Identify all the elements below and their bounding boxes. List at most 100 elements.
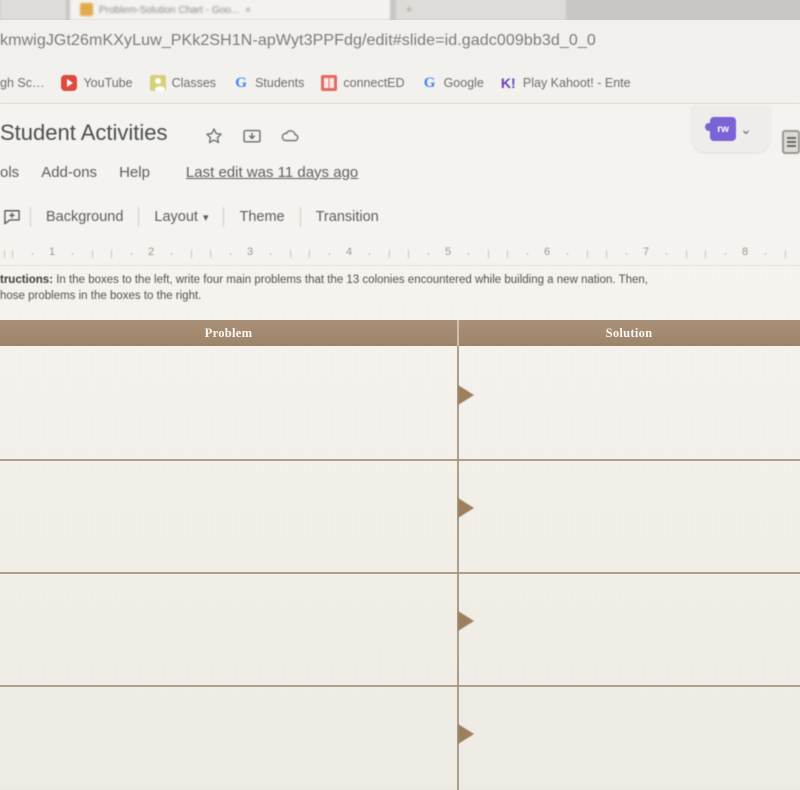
- ruler-tick: [408, 250, 409, 258]
- google-classroom-icon: [149, 74, 166, 91]
- omnibox-row[interactable]: kmwigJGt26mKXyLuw_PKk2SH1N-apWyt3PPFdg/e…: [0, 20, 800, 62]
- problem-to-solution-arrow-icon: [458, 724, 474, 744]
- title-icon-group: [204, 126, 300, 146]
- instructions-line-1: In the boxes to the left, write four mai…: [53, 274, 648, 286]
- add-comment-icon[interactable]: [0, 207, 30, 227]
- problem-to-solution-arrow-icon: [458, 385, 474, 405]
- menu-item-help[interactable]: Help: [119, 164, 150, 181]
- address-bar-url[interactable]: kmwigJGt26mKXyLuw_PKk2SH1N-apWyt3PPFdg/e…: [0, 32, 596, 50]
- menu-item-tools[interactable]: ols: [0, 164, 19, 181]
- ruler-tick: [210, 250, 211, 258]
- chevron-down-icon[interactable]: ⌄: [740, 121, 752, 138]
- ruler-tick: [666, 253, 667, 255]
- docs-title-bar: Student Activities: [0, 104, 800, 159]
- layout-button[interactable]: Layout ▾: [139, 209, 223, 225]
- ruler-tick: [428, 253, 429, 255]
- docs-menu-bar: ols Add-ons Help Last edit was 11 days a…: [0, 156, 800, 188]
- table-cell-solution[interactable]: [459, 459, 800, 572]
- problem-to-solution-arrow-icon: [458, 611, 474, 631]
- table-cell-solution[interactable]: [459, 572, 800, 685]
- bookmark-kahoot[interactable]: K! Play Kahoot! - Ente: [501, 75, 631, 91]
- browser-tab-partial-left[interactable]: [0, 0, 66, 20]
- slide-canvas[interactable]: tructions: In the boxes to the left, wri…: [0, 267, 800, 790]
- ruler-number: 3: [246, 246, 254, 258]
- bookmark-label: YouTube: [83, 75, 133, 90]
- table-cell-problem[interactable]: [0, 572, 457, 685]
- bookmark-youtube[interactable]: YouTube: [61, 74, 133, 91]
- ruler-number: 1: [48, 246, 56, 258]
- table-grid[interactable]: [0, 346, 800, 790]
- ruler-tick: [626, 253, 627, 255]
- sidebar-toggle-icon[interactable]: [782, 130, 800, 154]
- bookmark-label: gh Sc…: [0, 75, 45, 90]
- ruler-tick: [12, 250, 13, 258]
- table-cell-solution[interactable]: [459, 685, 800, 790]
- bookmark-students[interactable]: G Students: [233, 75, 304, 91]
- problem-to-solution-arrow-icon: [458, 498, 474, 518]
- table-header-row: Problem Solution: [0, 320, 800, 346]
- ruler-number: 4: [345, 246, 353, 258]
- youtube-icon: [61, 74, 78, 91]
- ruler-tick: [468, 253, 469, 255]
- ruler-tick: [309, 250, 310, 258]
- readwrite-extension-icon[interactable]: rw: [705, 117, 737, 141]
- bookmark-label: Play Kahoot! - Ente: [522, 75, 631, 90]
- ruler-number: 2: [147, 246, 155, 258]
- ruler-number: 7: [642, 246, 650, 258]
- browser-tab-partial-right[interactable]: +: [396, 0, 566, 20]
- ruler-tick: [92, 250, 93, 258]
- table-cell-problem[interactable]: [0, 685, 457, 790]
- column-header-problem: Problem: [204, 326, 253, 340]
- table-cell-problem[interactable]: [0, 346, 457, 459]
- ruler-tick: [111, 250, 112, 258]
- ruler-tick: [369, 253, 370, 255]
- chevron-down-icon: ▾: [202, 212, 209, 224]
- ruler-tick: [587, 250, 588, 258]
- bookmark-google[interactable]: G Google: [422, 75, 484, 91]
- connected-icon: [321, 74, 338, 91]
- new-tab-button[interactable]: +: [406, 4, 412, 17]
- star-icon[interactable]: [204, 126, 224, 146]
- ruler-tick: [606, 250, 607, 258]
- table-cell-solution[interactable]: [459, 346, 800, 459]
- ruler-tick: [527, 253, 528, 255]
- ruler-number: 8: [741, 246, 749, 258]
- layout-label: Layout: [154, 209, 198, 225]
- google-slides-app: Student Activities ols Add-ons Help Last…: [0, 104, 800, 790]
- ruler-tick: [686, 250, 687, 258]
- move-to-folder-icon[interactable]: [242, 126, 262, 146]
- ruler-tick: [567, 253, 568, 255]
- cloud-saved-icon[interactable]: [280, 126, 300, 146]
- theme-button[interactable]: Theme: [224, 209, 299, 225]
- bookmark-label: Google: [443, 75, 484, 90]
- tab-favicon-icon: [80, 3, 93, 16]
- ruler-tick: [270, 253, 271, 255]
- last-edit-status[interactable]: Last edit was 11 days ago: [186, 164, 358, 181]
- ruler-tick: [765, 253, 766, 255]
- browser-tab-active[interactable]: Problem-Solution Chart - Goo... ×: [70, 0, 390, 20]
- ruler-tick: [290, 250, 291, 258]
- background-button[interactable]: Background: [31, 209, 138, 225]
- table-cell-problem[interactable]: [0, 459, 457, 572]
- ruler-tick: [171, 253, 172, 255]
- ruler-tick: [705, 250, 706, 258]
- horizontal-ruler[interactable]: 1 2 3 4 5 6 7 8: [0, 242, 800, 266]
- instructions-line-2: hose problems in the boxes to the right.: [0, 290, 202, 302]
- ruler-tick: [785, 250, 786, 258]
- google-g-icon: G: [235, 74, 247, 91]
- bookmark-high-school[interactable]: gh Sc…: [0, 76, 44, 90]
- page-title[interactable]: Student Activities: [0, 120, 168, 146]
- menu-item-add-ons[interactable]: Add-ons: [41, 164, 97, 181]
- ruler-number: 5: [444, 246, 452, 258]
- bookmark-connected[interactable]: connectED: [321, 74, 405, 91]
- tab-title: Problem-Solution Chart - Goo...: [99, 5, 240, 16]
- tab-close-icon[interactable]: ×: [245, 4, 251, 17]
- transition-button[interactable]: Transition: [301, 209, 394, 225]
- bookmark-label: Students: [255, 75, 305, 90]
- bookmark-classes[interactable]: Classes: [149, 74, 216, 91]
- google-g-icon: G: [423, 74, 436, 91]
- browser-extension-pill[interactable]: rw ⌄: [692, 106, 770, 152]
- ruler-tick: [230, 253, 231, 255]
- bookmarks-bar: gh Sc… YouTube Classes G Students connec…: [0, 62, 800, 104]
- bookmark-label: connectED: [343, 75, 405, 90]
